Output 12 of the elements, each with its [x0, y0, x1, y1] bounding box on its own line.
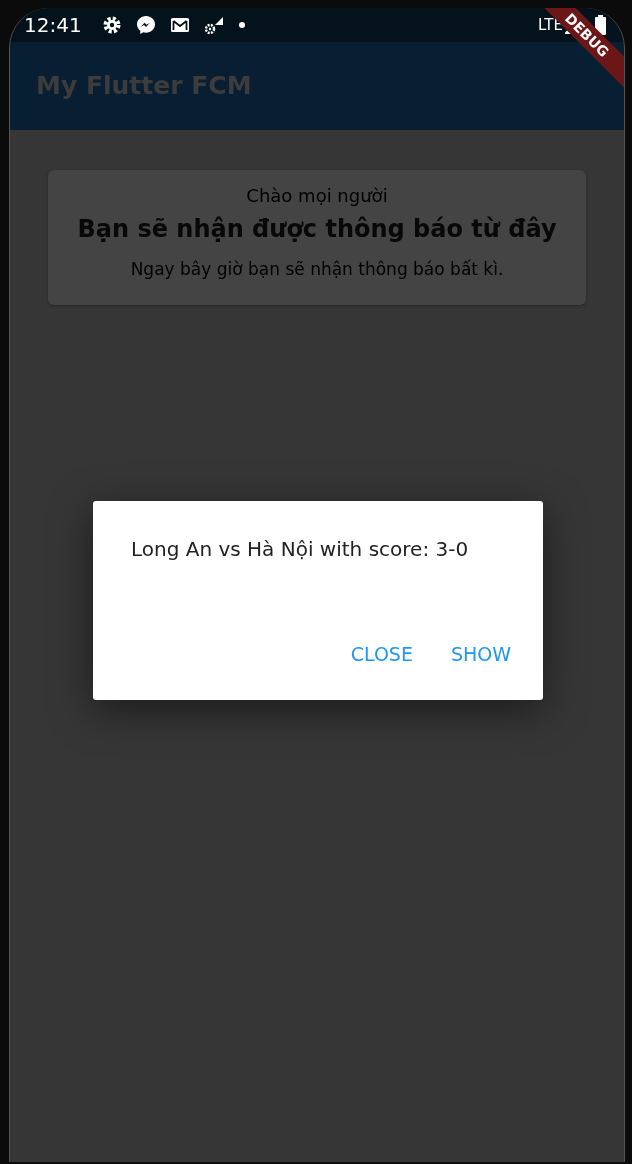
greeting-text: Chào mọi người — [245, 184, 389, 208]
card-body-text: Ngay bây giờ bạn sẽ nhận thông báo bất kì. — [129, 258, 505, 281]
dialog-action-button[interactable]: CLOSE — [336, 635, 427, 672]
dialog-message: Long An vs Hà Nội with score: 3-0 — [130, 536, 470, 563]
mail-icon — [169, 16, 190, 34]
dot-icon — [237, 21, 246, 29]
card-heading: Bạn sẽ nhận được thông báo từ đây — [76, 214, 558, 245]
satellite-icon — [203, 15, 224, 35]
dialog-action-button[interactable]: SHOW — [436, 635, 525, 672]
settings-icon — [101, 15, 122, 35]
status-time: 12:41 — [24, 12, 82, 39]
messenger-icon — [135, 15, 156, 35]
